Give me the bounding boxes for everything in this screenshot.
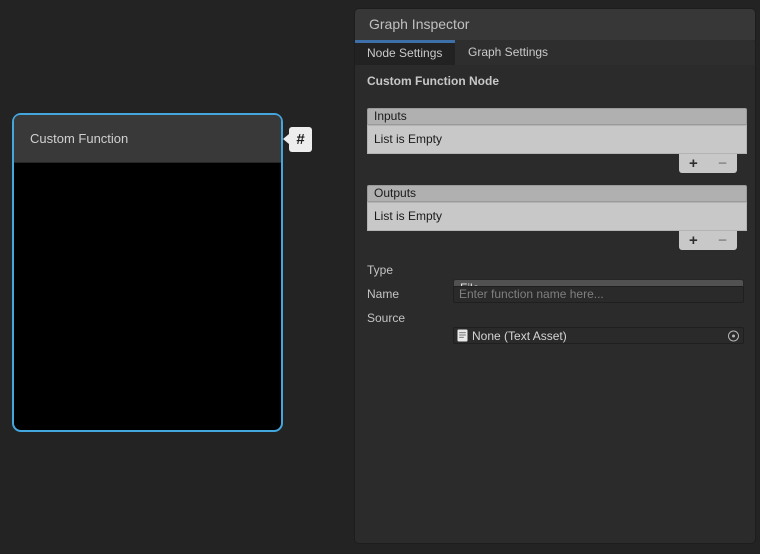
tab-strip: Node Settings Graph Settings — [355, 40, 755, 65]
panel-title: Graph Inspector — [369, 16, 469, 32]
graph-inspector-panel: Graph Inspector Node Settings Graph Sett… — [354, 8, 756, 544]
text-asset-icon — [457, 329, 468, 342]
minus-icon: − — [718, 155, 727, 172]
outputs-list-header: Outputs — [367, 185, 747, 202]
function-name-input[interactable] — [453, 286, 744, 303]
inputs-add-button[interactable]: + — [689, 155, 698, 172]
hash-badge[interactable]: # — [289, 127, 312, 152]
tab-node-settings[interactable]: Node Settings — [355, 40, 455, 65]
inputs-header-label: Inputs — [374, 109, 407, 123]
minus-icon: − — [718, 232, 727, 249]
object-picker-icon[interactable] — [728, 330, 739, 341]
outputs-list: Outputs List is Empty + − — [367, 185, 747, 231]
outputs-list-footer: + − — [679, 231, 737, 250]
plus-icon: + — [689, 232, 698, 249]
tab-graph-settings-label: Graph Settings — [468, 45, 548, 59]
tab-node-settings-label: Node Settings — [367, 46, 442, 60]
source-row: Source None (Text Asset) — [367, 309, 745, 327]
panel-title-bar[interactable]: Graph Inspector — [355, 9, 755, 40]
tab-graph-settings[interactable]: Graph Settings — [455, 40, 755, 65]
custom-function-node[interactable]: Custom Function — [12, 113, 283, 432]
inputs-list-footer: + − — [679, 154, 737, 173]
graph-canvas[interactable]: Custom Function # Graph Inspector Node S… — [0, 0, 760, 554]
hash-badge-label: # — [296, 131, 304, 148]
source-value: None (Text Asset) — [472, 329, 567, 343]
section-title: Custom Function Node — [367, 74, 499, 88]
inputs-remove-button[interactable]: − — [718, 155, 727, 172]
type-row: Type File — [367, 261, 745, 279]
type-label: Type — [367, 263, 393, 277]
inputs-list: Inputs List is Empty + − — [367, 108, 747, 154]
outputs-header-label: Outputs — [374, 186, 416, 200]
name-field-wrap — [453, 285, 744, 303]
source-object-field[interactable]: None (Text Asset) — [453, 327, 744, 344]
outputs-add-button[interactable]: + — [689, 232, 698, 249]
source-label: Source — [367, 311, 405, 325]
node-title-label: Custom Function — [30, 131, 128, 146]
outputs-empty-label: List is Empty — [374, 209, 442, 223]
inputs-list-empty-row: List is Empty — [367, 125, 747, 154]
outputs-list-empty-row: List is Empty — [367, 202, 747, 231]
name-label: Name — [367, 287, 399, 301]
node-title-bar[interactable]: Custom Function — [14, 115, 281, 163]
inputs-empty-label: List is Empty — [374, 132, 442, 146]
name-row: Name — [367, 285, 745, 303]
inputs-list-header: Inputs — [367, 108, 747, 125]
outputs-remove-button[interactable]: − — [718, 232, 727, 249]
plus-icon: + — [689, 155, 698, 172]
